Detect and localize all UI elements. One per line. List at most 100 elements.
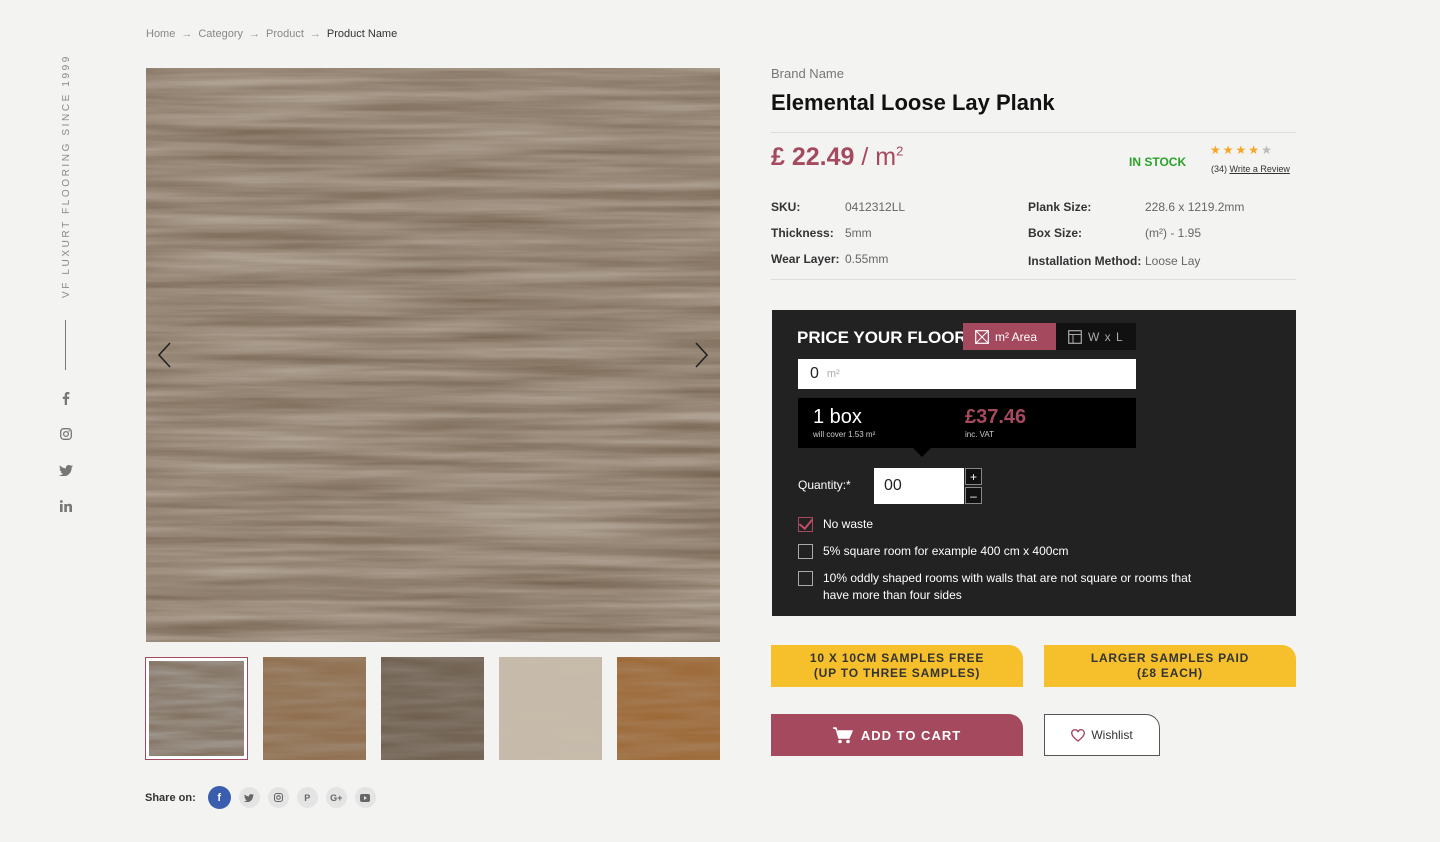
- calculation-result: 1 box will cover 1.53 m² £37.46 inc. VAT: [798, 398, 1136, 457]
- cart-icon: [832, 726, 853, 743]
- spec-box-size: Box Size: (m²) - 1.95: [1028, 226, 1201, 240]
- breadcrumb-product[interactable]: Product: [266, 28, 304, 40]
- spec-value: (m²) - 1.95: [1145, 226, 1202, 240]
- twitter-icon[interactable]: [56, 460, 76, 480]
- spec-value: 0412312LL: [845, 200, 906, 214]
- spec-value: 228.6 x 1219.2mm: [1145, 200, 1245, 214]
- wishlist-button[interactable]: Wishlist: [1044, 714, 1160, 756]
- checkbox-checked[interactable]: [798, 517, 813, 532]
- brand-name[interactable]: Brand Name: [771, 66, 844, 81]
- thumbnail-2[interactable]: [263, 657, 366, 760]
- spec-wear-layer: Wear Layer: 0.55mm: [771, 252, 888, 266]
- star-icon: ★: [1210, 143, 1221, 157]
- area-icon: [975, 329, 989, 344]
- price-unit-sup: 2: [896, 143, 904, 159]
- free-samples-line2: (UP TO THREE SAMPLES): [813, 666, 981, 680]
- quantity-increment-button[interactable]: +: [965, 468, 982, 485]
- rail-divider: [65, 320, 66, 370]
- write-review-link[interactable]: Write a Review: [1230, 164, 1290, 174]
- spec-label: Wear Layer:: [771, 252, 840, 266]
- tab-area-label: m² Area: [995, 329, 1038, 344]
- add-to-cart-button[interactable]: ADD TO CART: [771, 714, 1023, 756]
- review-count: (34): [1211, 164, 1228, 174]
- spec-value: 5mm: [845, 226, 872, 240]
- spec-sku: SKU: 0412312LL: [771, 200, 905, 214]
- thumbnail-5[interactable]: [617, 657, 720, 760]
- tab-wxl-label: W x L: [1088, 329, 1124, 344]
- linkedin-icon[interactable]: [56, 496, 76, 516]
- breadcrumb: Home → Category → Product → Product Name: [146, 28, 397, 40]
- coverage-text: will cover 1.53 m²: [813, 430, 876, 439]
- star-empty-icon: ★: [1261, 143, 1272, 157]
- total-price: £37.46: [965, 406, 1027, 428]
- price-unit: / m: [861, 143, 897, 171]
- heart-icon: [1071, 728, 1086, 742]
- breadcrumb-category[interactable]: Category: [198, 28, 243, 40]
- share-facebook-icon[interactable]: f: [207, 786, 231, 809]
- product-price: £ 22.49 / m2: [771, 143, 903, 172]
- gallery-prev-arrow[interactable]: [154, 340, 178, 370]
- free-samples-button[interactable]: 10 X 10CM SAMPLES FREE (UP TO THREE SAMP…: [771, 645, 1023, 687]
- product-title: Elemental Loose Lay Plank: [771, 90, 1055, 115]
- quantity-value: 00: [884, 477, 902, 494]
- share-label: Share on:: [145, 791, 196, 804]
- share-google-plus-icon[interactable]: G+: [325, 787, 347, 808]
- tab-width-length[interactable]: W x L: [1056, 323, 1136, 350]
- spec-label: Installation Method:: [1028, 254, 1142, 268]
- brand-tagline: VF LUXURT FLOORING SINCE 1999: [47, 54, 87, 300]
- checkbox[interactable]: [798, 571, 813, 586]
- paid-samples-button[interactable]: LARGER SAMPLES PAID (£8 EACH): [1044, 645, 1296, 687]
- waste-option-none[interactable]: No waste: [798, 516, 873, 533]
- option-label: 5% square room for example 400 cm x 400c…: [823, 544, 1069, 558]
- spec-value: 0.55mm: [845, 252, 889, 266]
- stock-status: IN STOCK: [1129, 155, 1187, 169]
- thumbnail-4[interactable]: [499, 657, 602, 760]
- star-icon: ★: [1222, 143, 1234, 157]
- share-youtube-icon[interactable]: [354, 787, 376, 808]
- result-notch: [913, 448, 931, 457]
- spec-plank-size: Plank Size: 228.6 x 1219.2mm: [1028, 200, 1244, 214]
- spec-thickness: Thickness: 5mm: [771, 226, 872, 240]
- checkbox[interactable]: [798, 544, 813, 559]
- product-main-image: [146, 68, 720, 642]
- breadcrumb-separator: →: [181, 28, 193, 40]
- breadcrumb-separator: →: [248, 28, 260, 40]
- add-to-cart-label: ADD TO CART: [860, 727, 962, 743]
- spec-value: Loose Lay: [1145, 254, 1201, 268]
- social-rail: [56, 388, 76, 532]
- paid-samples-line1: LARGER SAMPLES PAID: [1090, 651, 1250, 665]
- thumbnail-3[interactable]: [381, 657, 484, 760]
- option-label: 10% oddly shaped rooms with walls that a…: [823, 571, 1192, 602]
- facebook-icon[interactable]: [56, 388, 76, 408]
- share-twitter-icon[interactable]: [238, 787, 260, 808]
- breadcrumb-home[interactable]: Home: [146, 28, 175, 40]
- spec-label: Box Size:: [1028, 226, 1083, 240]
- price-calculator: PRICE YOUR FLOOR m² Area W x L 0 m² 1 bo…: [772, 310, 1296, 616]
- review-summary: (34) Write a Review: [1211, 164, 1290, 174]
- vat-note: inc. VAT: [965, 430, 995, 439]
- gallery-next-arrow[interactable]: [688, 340, 712, 370]
- share-instagram-icon[interactable]: [267, 787, 289, 808]
- quantity-decrement-button[interactable]: –: [965, 487, 982, 504]
- price-value: £ 22.49: [771, 143, 855, 171]
- spec-label: Plank Size:: [1028, 200, 1092, 214]
- thumbnail-1[interactable]: [145, 657, 248, 760]
- rating-stars: ★ ★ ★ ★ ★: [1210, 143, 1272, 157]
- wishlist-label: Wishlist: [1091, 728, 1133, 742]
- spec-label: Thickness:: [771, 226, 834, 240]
- area-input[interactable]: 0 m²: [798, 359, 1136, 389]
- option-label: No waste: [823, 517, 874, 531]
- waste-option-5[interactable]: 5% square room for example 400 cm x 400c…: [798, 543, 1068, 560]
- breadcrumb-separator: →: [309, 28, 321, 40]
- quantity-input[interactable]: 00: [874, 468, 964, 504]
- breadcrumb-current: Product Name: [326, 28, 398, 40]
- waste-option-10[interactable]: 10% oddly shaped rooms with walls that a…: [798, 570, 1218, 604]
- instagram-icon[interactable]: [56, 424, 76, 444]
- spec-label: SKU:: [771, 200, 801, 214]
- tab-area[interactable]: m² Area: [963, 323, 1056, 350]
- box-count: 1 box: [813, 406, 862, 428]
- calculator-title: PRICE YOUR FLOOR: [797, 328, 967, 347]
- divider: [771, 132, 1296, 133]
- share-pinterest-icon[interactable]: P: [296, 787, 318, 808]
- star-icon: ★: [1248, 143, 1260, 157]
